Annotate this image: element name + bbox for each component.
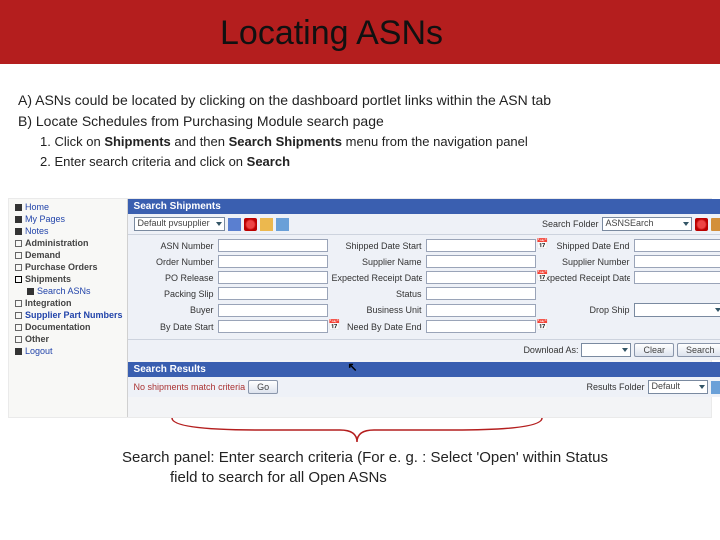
wand-icon[interactable] — [260, 218, 273, 231]
step1-mid: and then — [171, 134, 229, 149]
lbl-status: Status — [332, 289, 422, 299]
cursor-icon: ↖ — [348, 360, 358, 374]
input-order-number[interactable] — [218, 255, 328, 268]
lbl-expected-end: Expected Receipt Date End — [540, 273, 630, 283]
lbl-shipped-date-start: Shipped Date Start — [332, 241, 422, 251]
lbl-by-date-start: By Date Start — [134, 322, 214, 332]
results-folder-select[interactable]: Default — [648, 380, 708, 394]
button-row: Download As: Clear Search — [128, 339, 720, 360]
step2-pre: 2. Enter search criteria and click on — [40, 154, 247, 169]
caption-line2: field to search for all Open ASNs — [170, 468, 680, 488]
nav-other[interactable]: Other — [13, 333, 123, 345]
step1-bold-a: Shipments — [104, 134, 170, 149]
nav-supplier-part-numbers[interactable]: Supplier Part Numbers — [13, 309, 123, 321]
input-asn-number[interactable] — [218, 239, 328, 252]
clear-button[interactable]: Clear — [634, 343, 674, 357]
input-supplier-number[interactable] — [634, 255, 720, 268]
go-button[interactable]: Go — [248, 380, 278, 394]
nav-panel: Home My Pages Notes Administration Deman… — [9, 199, 128, 417]
input-buyer[interactable] — [218, 304, 328, 317]
lbl-drop-ship: Drop Ship — [540, 305, 630, 315]
input-expected-start[interactable] — [426, 271, 536, 284]
search-folder-delete-icon[interactable] — [695, 218, 708, 231]
save-icon[interactable] — [228, 218, 241, 231]
default-select[interactable]: Default pvsupplier — [134, 217, 225, 231]
search-button[interactable]: Search — [677, 343, 720, 357]
config-icon[interactable] — [276, 218, 289, 231]
lbl-supplier-name: Supplier Name — [332, 257, 422, 267]
nav-notes[interactable]: Notes — [13, 225, 123, 237]
input-po-release[interactable] — [218, 271, 328, 284]
search-folder-select[interactable]: ASNSEarch — [602, 217, 692, 231]
lbl-business-unit: Business Unit — [332, 305, 422, 315]
results-row: No shipments match criteria Go Results F… — [128, 377, 720, 397]
lbl-need-by-date-end: Need By Date End — [332, 322, 422, 332]
input-shipped-date-end[interactable] — [634, 239, 720, 252]
nav-documentation[interactable]: Documentation — [13, 321, 123, 333]
caption-text: Search panel: Enter search criteria (For… — [122, 448, 680, 489]
lbl-supplier-number: Supplier Number — [540, 257, 630, 267]
input-business-unit[interactable] — [426, 304, 536, 317]
nav-logout[interactable]: Logout — [13, 345, 123, 357]
body-text: A) ASNs could be located by clicking on … — [18, 90, 710, 171]
step1-post: menu from the navigation panel — [342, 134, 528, 149]
input-by-date-start[interactable] — [218, 320, 328, 333]
curly-brace-icon — [170, 416, 544, 446]
search-results-header: Search Results ↖ — [128, 362, 720, 377]
main-panel: Search Shipments Default pvsupplier Sear… — [128, 199, 720, 417]
no-results-text: No shipments match criteria — [134, 382, 246, 392]
search-form: ASN Number Shipped Date Start Shipped Da… — [128, 235, 720, 339]
lbl-expected-start: Expected Receipt Date Start — [332, 273, 422, 283]
slide-title: Locating ASNs — [220, 14, 443, 53]
input-supplier-name[interactable] — [426, 255, 536, 268]
nav-home[interactable]: Home — [13, 201, 123, 213]
download-as-select[interactable] — [581, 343, 631, 357]
input-packing-slip[interactable] — [218, 287, 328, 300]
step2-bold: Search — [247, 154, 290, 169]
lbl-buyer: Buyer — [134, 305, 214, 315]
caption-line1: Search panel: Enter search criteria (For… — [122, 449, 608, 466]
app-screenshot: Home My Pages Notes Administration Deman… — [8, 198, 712, 418]
input-shipped-date-start[interactable] — [426, 239, 536, 252]
lbl-order-number: Order Number — [134, 257, 214, 267]
results-folder-label: Results Folder — [587, 382, 645, 392]
line-a: A) ASNs could be located by clicking on … — [18, 90, 710, 111]
nav-administration[interactable]: Administration — [13, 237, 123, 249]
step1-bold-b: Search Shipments — [229, 134, 342, 149]
step-2: 2. Enter search criteria and click on Se… — [40, 152, 710, 172]
lbl-asn-number: ASN Number — [134, 241, 214, 251]
step-1: 1. Click on Shipments and then Search Sh… — [40, 132, 710, 152]
nav-purchase-orders[interactable]: Purchase Orders — [13, 261, 123, 273]
lbl-shipped-date-end: Shipped Date End — [540, 241, 630, 251]
nav-shipments[interactable]: Shipments — [13, 273, 123, 285]
nav-search-asns[interactable]: Search ASNs — [13, 285, 123, 297]
line-b: B) Locate Schedules from Purchasing Modu… — [18, 111, 710, 132]
broom-icon[interactable] — [711, 218, 720, 231]
search-shipments-header: Search Shipments — [128, 199, 720, 214]
slide-root: Locating ASNs A) ASNs could be located b… — [0, 0, 720, 540]
lbl-po-release: PO Release — [134, 273, 214, 283]
select-drop-ship[interactable] — [634, 303, 720, 317]
results-config-icon[interactable] — [711, 381, 720, 394]
nav-my-pages[interactable]: My Pages — [13, 213, 123, 225]
input-status[interactable] — [426, 287, 536, 300]
search-toolbar: Default pvsupplier Search Folder ASNSEar… — [128, 214, 720, 235]
search-folder-label: Search Folder — [542, 219, 599, 229]
input-need-by-date-end[interactable] — [426, 320, 536, 333]
step1-pre: 1. Click on — [40, 134, 104, 149]
search-results-title: Search Results — [134, 364, 206, 375]
input-expected-end[interactable] — [634, 271, 720, 284]
nav-integration[interactable]: Integration — [13, 297, 123, 309]
delete-icon[interactable] — [244, 218, 257, 231]
lbl-packing-slip: Packing Slip — [134, 289, 214, 299]
nav-demand[interactable]: Demand — [13, 249, 123, 261]
download-as-label: Download As: — [523, 345, 578, 355]
